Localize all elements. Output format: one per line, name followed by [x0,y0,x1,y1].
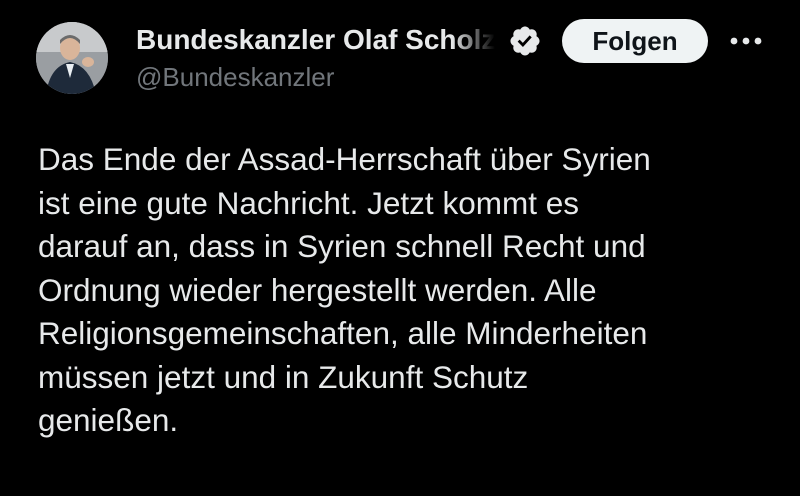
tweet-text-line: darauf an, dass in Syrien schnell Recht … [38,228,646,264]
verified-badge-icon [510,26,540,56]
author-display-name[interactable]: Bundeskanzler Olaf Scholz [136,24,495,56]
tweet-text-line: genießen. [38,402,179,438]
tweet-text-line: Ordnung wieder hergestellt werden. Alle [38,271,597,308]
tweet-text-line: ist eine gute Nachricht. Jetzt kommt es [38,184,579,221]
author-name-row: Bundeskanzler Olaf Scholz [136,20,536,60]
tweet-text: Das Ende der Assad-Herrschaft über Syrie… [38,138,778,443]
ellipsis-icon [730,37,762,45]
avatar-photo [36,22,108,94]
tweet-card: Bundeskanzler Olaf Scholz @Bundeskanzler… [0,0,800,496]
tweet-text-line: Das Ende der Assad-Herrschaft über Syrie… [38,141,651,177]
tweet-text-line: müssen jetzt und in Zukunft Schutz [38,358,529,395]
follow-button[interactable]: Folgen [562,19,708,63]
author-handle[interactable]: @Bundeskanzler [136,62,334,93]
more-options-icon[interactable] [728,26,764,56]
avatar[interactable] [36,22,108,94]
tweet-text-line: Religionsgemeinschaften, alle Minderheit… [38,315,648,351]
